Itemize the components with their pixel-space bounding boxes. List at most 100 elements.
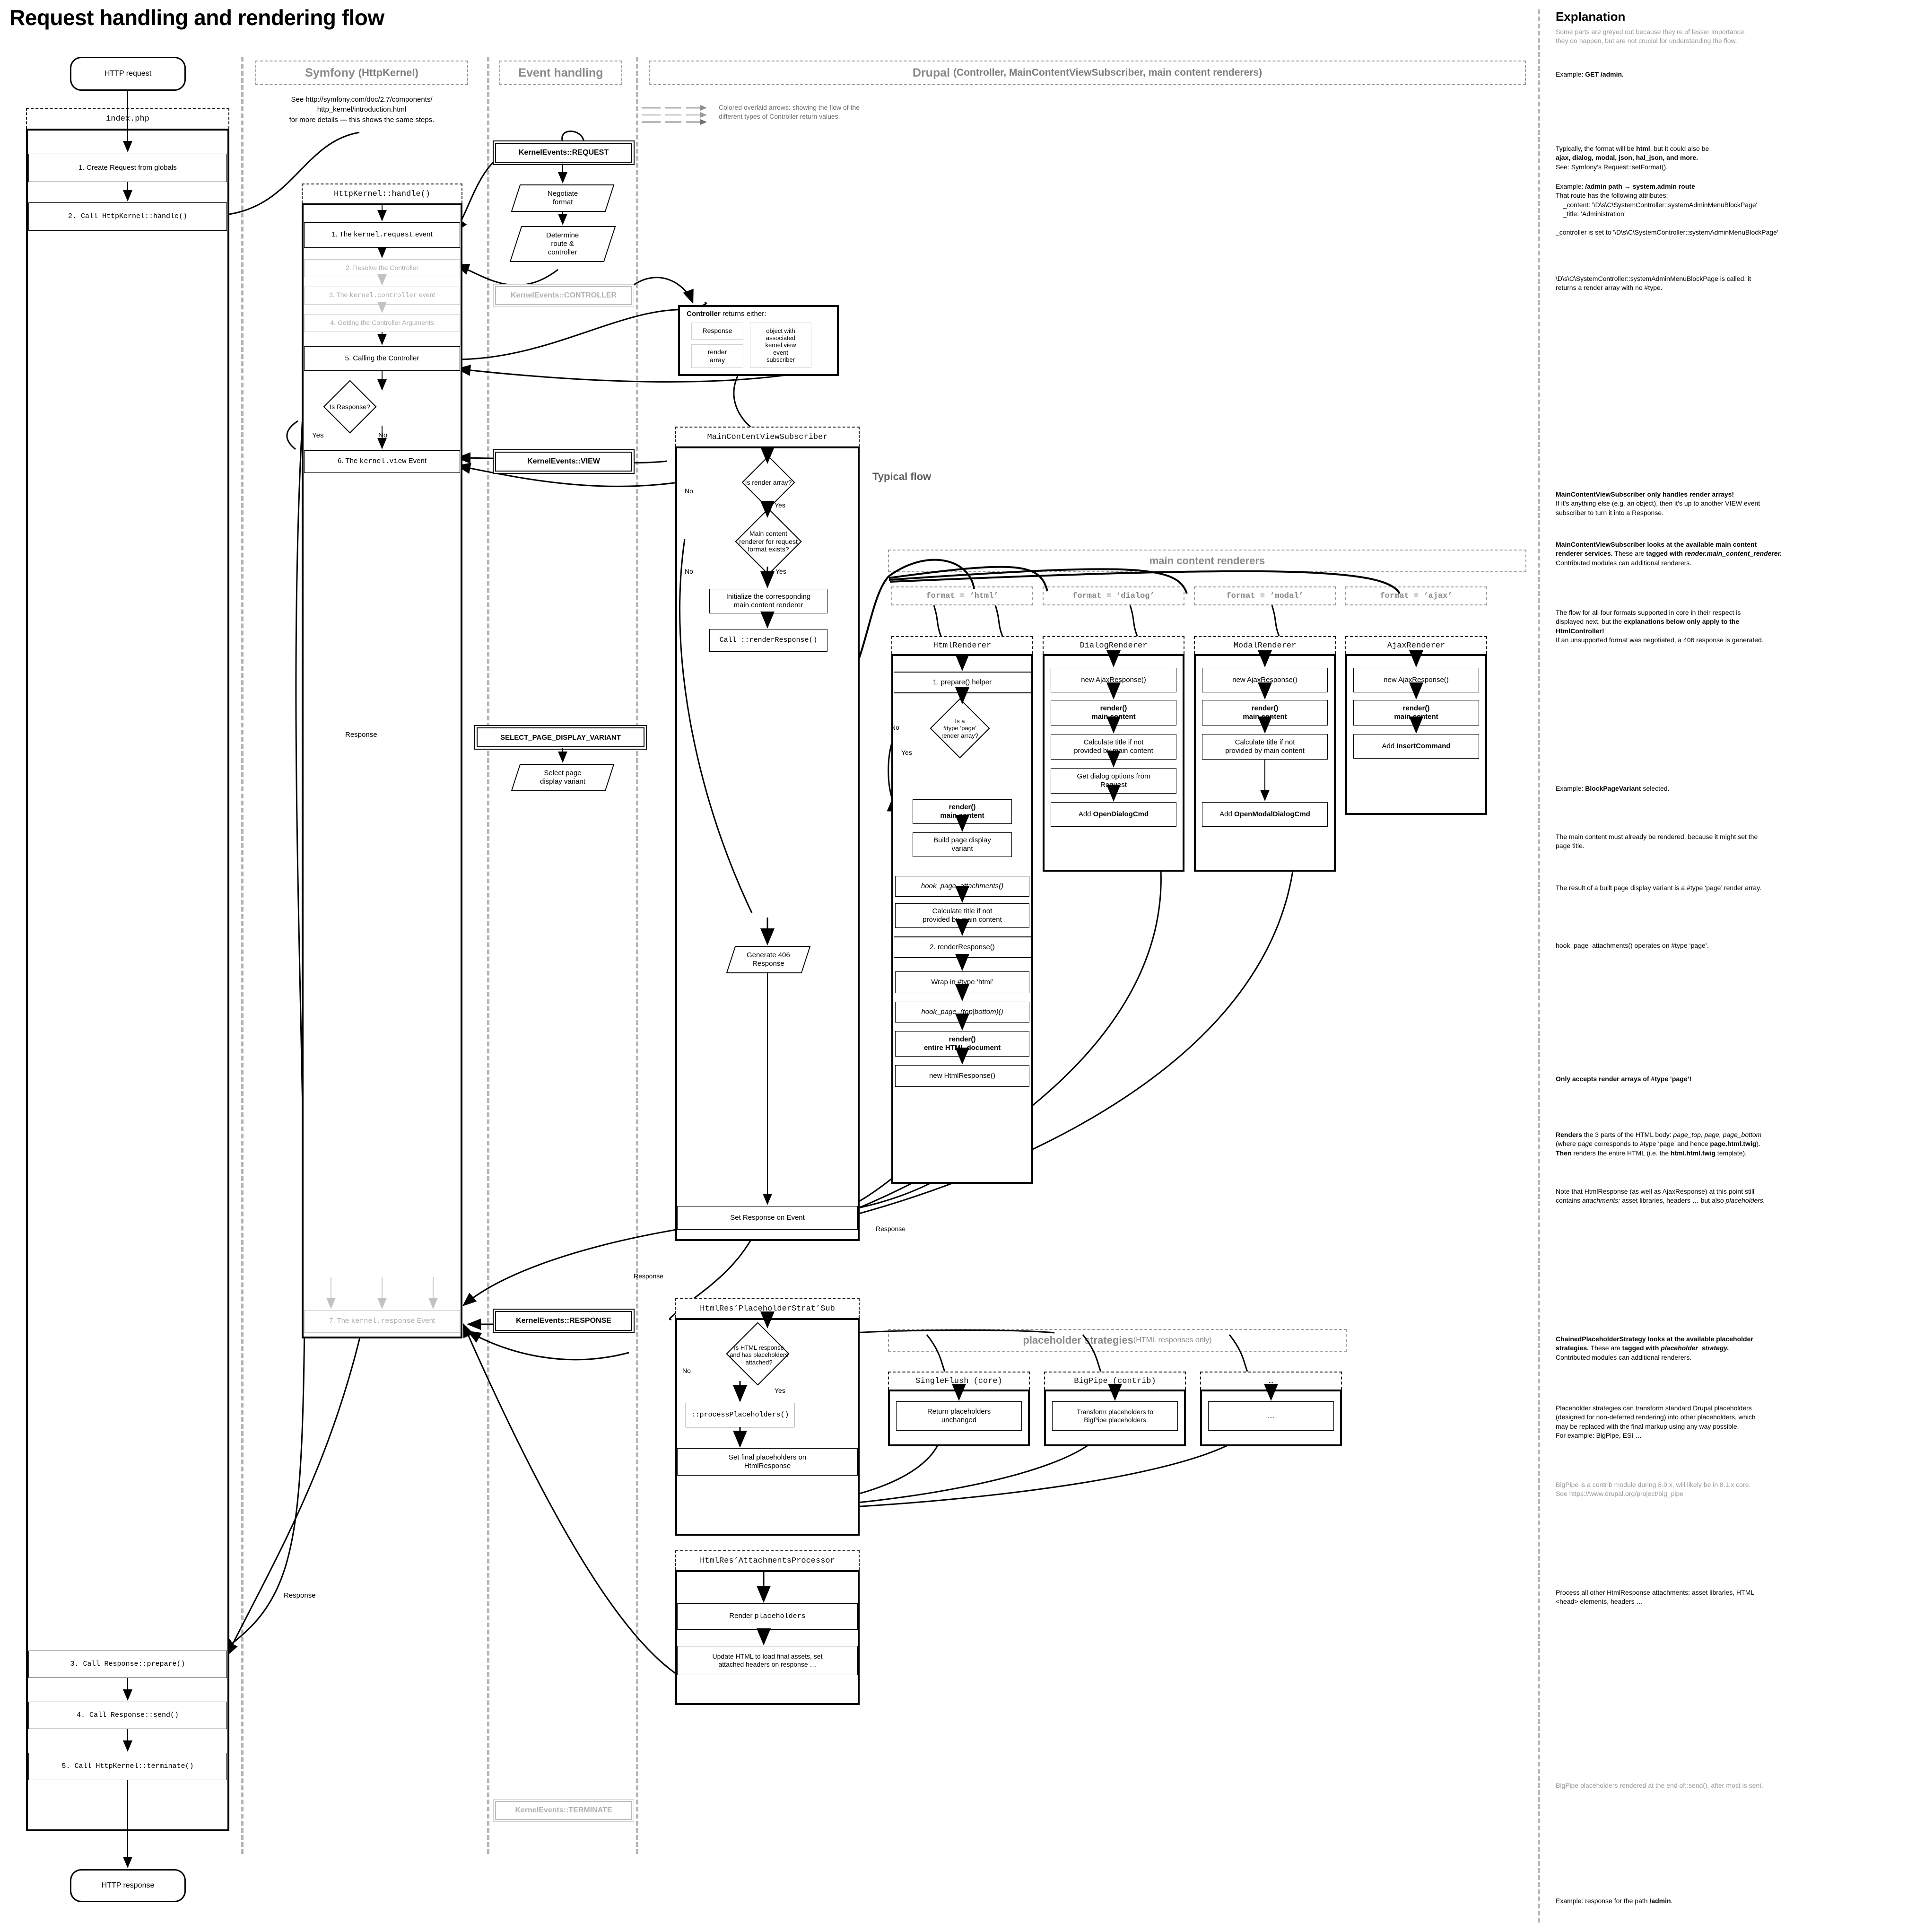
strategy-bigpipe-label: BigPipe (contrib) <box>1044 1372 1186 1390</box>
html-step-render-entire-doc-label: render() entire HTML document <box>923 1035 1001 1052</box>
explanation-note-2: Typically, the format will be html, but … <box>1556 145 1709 171</box>
index-step-4-label: 4. Call Response::send() <box>76 1711 179 1719</box>
event-kernel-controller-label: KernelEvents::CONTROLLER <box>510 291 617 299</box>
format-modal-label: format = ‘modal’ <box>1226 591 1304 601</box>
event-select-page-display-variant-label: SELECT_PAGE_DISPLAY_VARIANT <box>500 733 621 742</box>
lane-header-event-handling: Event handling <box>499 61 622 85</box>
lane-header-symfony: Symfony (HttpKernel) <box>255 61 468 85</box>
html-step-render-main-content: render() main content <box>913 799 1012 824</box>
modal-step-calculate-title-label: Calculate title if not provided by main … <box>1225 738 1305 755</box>
decision-is-response-text: Is Response? <box>330 402 370 411</box>
ajax-step-render-main-content: render() main content <box>1353 700 1479 726</box>
strategy-singleflush-step-label: Return placeholders unchanged <box>927 1407 991 1424</box>
dialog-step-render-main-content-label: render() main content <box>1091 704 1136 721</box>
httpkernel-step-6-label: 6. The kernel.view Event <box>338 457 427 466</box>
strategy-bigpipe-step: Transform placeholders to BigPipe placeh… <box>1052 1401 1178 1431</box>
mcvs-decision-2-no: No <box>685 568 693 575</box>
placeholder-decision: Is HTML response and has placeholders at… <box>688 1322 830 1386</box>
index-step-1: 1. Create Request from globals <box>28 154 227 182</box>
html-step-calculate-title-label: Calculate title if not provided by main … <box>923 907 1002 924</box>
mcvs-decision-renderer-exists: Main content renderer for request format… <box>697 508 839 575</box>
group-placeholder-strategies-title: placeholder strategies <box>1023 1334 1133 1346</box>
index-step-2: 2. Call HttpKernel::handle() <box>28 202 227 231</box>
event-kernel-request: KernelEvents::REQUEST <box>495 143 632 163</box>
shape-negotiate-format: Negotiate format <box>511 184 615 212</box>
html-renderer-label: HtmlRenderer <box>891 636 1033 654</box>
explanation-note-17: BigPipe is a contrib module during 8.0.x… <box>1556 1481 1751 1498</box>
http-request-label: HTTP request <box>104 70 152 78</box>
attachments-processor-body <box>675 1570 860 1705</box>
modal-step-add-open-modal-dialog-cmd-label: Add OpenModalDialogCmd <box>1219 810 1310 818</box>
format-dialog-label: format = ‘dialog’ <box>1072 591 1155 601</box>
strategy-other-label: … <box>1200 1372 1342 1390</box>
legend: Colored overlaid arrows: showing the flo… <box>641 103 943 125</box>
strategy-other-label-text: … <box>1268 1376 1274 1386</box>
modal-renderer-label-text: ModalRenderer <box>1233 641 1297 650</box>
mcvs-init-renderer-label: Initialize the corresponding main conten… <box>726 592 811 609</box>
httpkernel-step-4: 4. Getting the Controller Arguments <box>304 314 460 332</box>
html-step-build-page-variant: Build page display variant <box>913 832 1012 857</box>
explanation-note-16: Placeholder strategies can transform sta… <box>1556 1404 1756 1439</box>
terminator-http-request: HTTP request <box>70 57 186 91</box>
response-label-upper: Response <box>345 731 377 739</box>
index-php-label-text: index.php <box>106 114 149 123</box>
mcvs-response-label: Response <box>876 1225 906 1233</box>
html-step-hook-page-top-bottom-label: hook_page_(top|bottom)() <box>921 1007 1003 1016</box>
index-php-label: index.php <box>26 108 229 129</box>
event-kernel-terminate: KernelEvents::TERMINATE <box>495 1801 632 1820</box>
lane-separator-4 <box>1538 9 1540 1923</box>
dialog-step-new-ajax-response-label: new AjaxResponse() <box>1081 675 1146 684</box>
index-step-5-label: 5. Call HttpKernel::terminate() <box>61 1762 194 1770</box>
controller-returns-heading-rest: returns either: <box>720 310 766 318</box>
placeholder-decision-yes: Yes <box>775 1387 785 1394</box>
controller-returns-option-response-label: Response <box>702 327 732 335</box>
explanation-note-3: Example: /admin path → system.admin rout… <box>1556 183 1778 236</box>
controller-returns-option-object-label: object with associated kernel.view event… <box>765 327 796 363</box>
symfony-doc-note: See http://symfony.com/doc/2.7/component… <box>289 96 435 124</box>
mcvs-decision-1-text: Is render array? <box>745 478 792 486</box>
html-step-new-html-response: new HtmlResponse() <box>895 1065 1029 1087</box>
event-kernel-request-label: KernelEvents::REQUEST <box>518 149 609 157</box>
select-page-display-variant-label: Select page display variant <box>540 769 585 786</box>
explanation-note-15: ChainedPlaceholderStrategy looks at the … <box>1556 1335 1753 1361</box>
ajax-step-add-insert-command: Add InsertCommand <box>1353 734 1479 759</box>
mcvs-decision-is-render-array: Is render array? <box>709 455 827 509</box>
event-kernel-response: KernelEvents::RESPONSE <box>495 1311 632 1331</box>
placeholder-decision-text: Is HTML response and has placeholders at… <box>730 1344 788 1366</box>
httpkernel-handle-label: HttpKernel::handle() <box>302 184 462 203</box>
attachments-step-update-html-label: Update HTML to load final assets, set at… <box>712 1652 823 1668</box>
html-step-prepare: 1. prepare() helper <box>894 672 1031 693</box>
strategy-bigpipe-label-text: BigPipe (contrib) <box>1074 1376 1156 1386</box>
explanation-note-19: BigPipe placeholders rendered at the end… <box>1556 1782 1763 1789</box>
format-ajax-label: format = ‘ajax’ <box>1380 591 1453 601</box>
strategy-singleflush-step: Return placeholders unchanged <box>896 1401 1022 1431</box>
ajax-step-render-main-content-label: render() main content <box>1394 704 1438 721</box>
dialog-step-render-main-content: render() main content <box>1051 700 1176 726</box>
explanation-note-0: Some parts are greyed out because they’r… <box>1556 28 1746 45</box>
lane-title-symfony: Symfony <box>305 66 355 79</box>
explanation-note-18: Process all other HtmlResponse attachmen… <box>1556 1589 1755 1606</box>
dialog-step-calculate-title: Calculate title if not provided by main … <box>1051 734 1176 760</box>
httpkernel-step-5-label: 5. Calling the Controller <box>345 354 419 362</box>
index-step-1-label: 1. Create Request from globals <box>78 163 177 172</box>
html-decision-type-page: Is a #type ‘page’ render array? <box>896 698 1024 759</box>
html-renderer-label-text: HtmlRenderer <box>933 641 992 650</box>
is-response-yes-label: Yes <box>312 431 324 439</box>
ajax-step-new-ajax-response-label: new AjaxResponse() <box>1384 675 1449 684</box>
explanation-note-6: MainContentViewSubscriber looks at the a… <box>1556 541 1782 567</box>
group-placeholder-strategies-subtitle: (HTML responses only) <box>1133 1336 1212 1344</box>
modal-step-render-main-content: render() main content <box>1202 700 1328 726</box>
httpkernel-step-5: 5. Calling the Controller <box>304 346 460 371</box>
legend-arrows-icon <box>642 105 707 125</box>
html-step-wrap-html-label: Wrap in #type ‘html’ <box>931 978 993 986</box>
placeholder-step-process-label: ::processPlaceholders() <box>691 1410 789 1419</box>
explanation-note-5: MainContentViewSubscriber only handles r… <box>1556 490 1760 516</box>
attachments-step-render-placeholders-label: Render placeholders <box>729 1612 806 1621</box>
index-php-body <box>26 129 229 1831</box>
ajax-step-new-ajax-response: new AjaxResponse() <box>1353 668 1479 692</box>
page-title: Request handling and rendering flow <box>9 5 384 30</box>
explanation-note-1: Example: GET /admin. <box>1556 70 1624 78</box>
event-kernel-terminate-label: KernelEvents::TERMINATE <box>515 1806 612 1814</box>
controller-returns-option-object: object with associated kernel.view event… <box>750 323 811 368</box>
negotiate-format-label: Negotiate format <box>547 190 578 206</box>
